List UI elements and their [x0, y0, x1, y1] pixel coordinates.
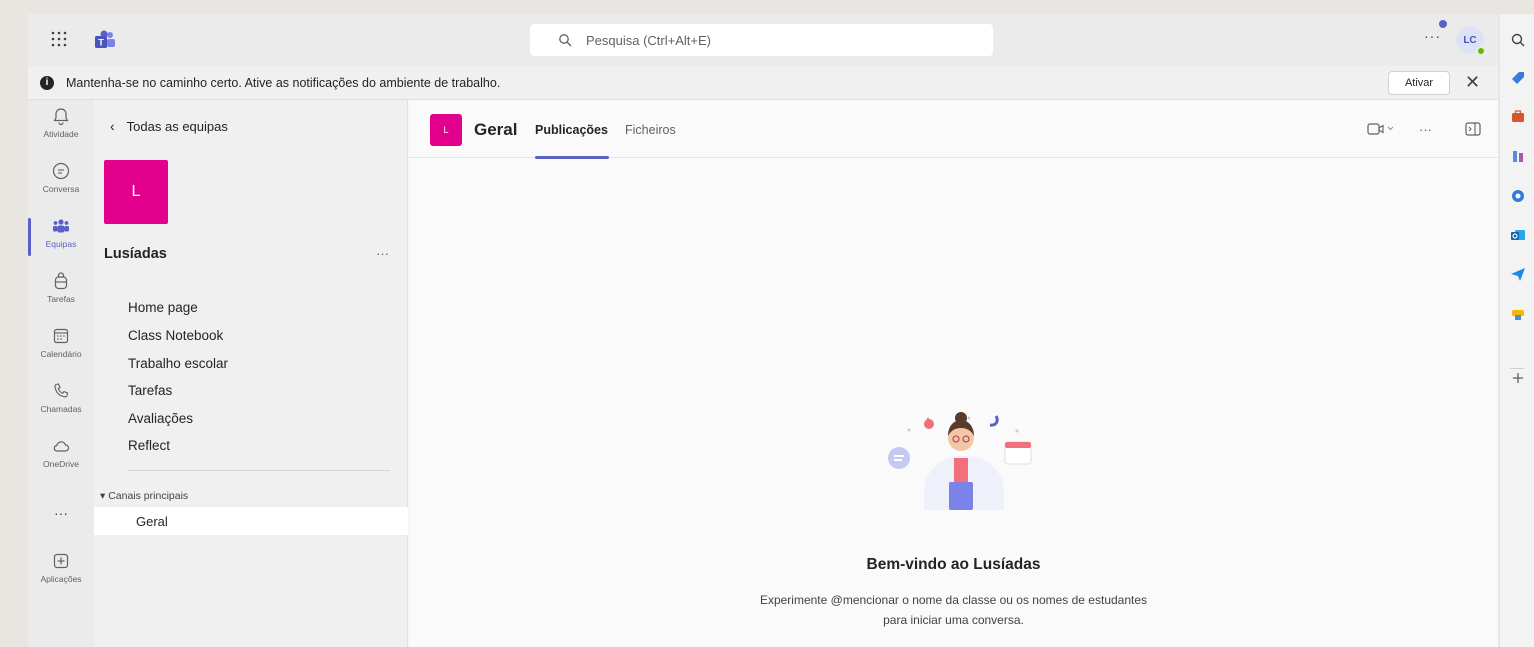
rail-item-teams[interactable]: Equipas — [28, 210, 94, 262]
bell-icon — [53, 108, 69, 126]
chevron-left-icon: ‹ — [110, 118, 115, 134]
team-more-options-button[interactable]: ··· — [376, 246, 389, 261]
search-icon[interactable] — [1510, 32, 1526, 48]
app-launcher-icon[interactable] — [50, 30, 68, 48]
search-input[interactable]: Pesquisa (Ctrl+Alt+E) — [530, 24, 993, 56]
chess-icon[interactable] — [1510, 148, 1526, 164]
phone-icon — [54, 383, 69, 398]
top-bar: T Pesquisa (Ctrl+Alt+E) ··· LC — [28, 14, 1498, 66]
channel-header: L Geral Publicações Ficheiros ··· — [409, 100, 1498, 159]
rail-item-apps[interactable]: Aplicações — [28, 545, 94, 597]
tab-posts[interactable]: Publicações — [535, 123, 608, 137]
welcome-illustration — [888, 412, 1032, 510]
tab-files[interactable]: Ficheiros — [625, 123, 676, 137]
settings-more-button[interactable]: ··· — [1424, 28, 1441, 44]
welcome-line-2: para iniciar uma conversa. — [883, 613, 1024, 627]
rail-label: Calendário — [40, 349, 82, 359]
rail-item-onedrive[interactable]: OneDrive — [28, 430, 94, 482]
team-nav-class-notebook[interactable]: Class Notebook — [128, 328, 223, 343]
game-icon[interactable] — [1510, 306, 1526, 322]
team-nav-home-page[interactable]: Home page — [128, 300, 198, 315]
video-camera-icon — [1367, 123, 1394, 135]
close-icon[interactable]: ✕ — [1465, 73, 1480, 91]
backpack-icon — [54, 272, 68, 290]
back-to-all-teams-button[interactable]: ‹ Todas as equipas — [110, 118, 228, 134]
tag-icon[interactable] — [1510, 70, 1526, 86]
presence-available-icon — [1476, 46, 1486, 56]
rail-label: Chamadas — [40, 404, 82, 414]
search-icon — [559, 34, 572, 47]
teams-logo-icon: T — [94, 29, 116, 51]
header-more-button[interactable]: ··· — [1419, 122, 1432, 137]
toolbox-icon[interactable] — [1510, 108, 1526, 124]
activate-notifications-button[interactable]: Ativar — [1388, 71, 1450, 95]
rail-label: Aplicações — [40, 574, 82, 584]
notification-banner: i Mantenha-se no caminho certo. Ative as… — [28, 66, 1498, 100]
rail-item-assignments[interactable]: Tarefas — [28, 265, 94, 317]
team-nav-classwork[interactable]: Trabalho escolar — [128, 356, 228, 371]
calendar-icon — [53, 328, 69, 344]
meet-video-button[interactable] — [1367, 122, 1395, 139]
teams-window: T Pesquisa (Ctrl+Alt+E) ··· LC i Mantenh… — [28, 14, 1498, 647]
active-tab-indicator — [535, 156, 609, 159]
welcome-subtitle: Experimente @mencionar o nome da classe … — [409, 590, 1498, 630]
teams-icon — [53, 219, 69, 233]
welcome-title: Bem-vindo ao Lusíadas — [866, 556, 1041, 573]
notification-dot — [1439, 20, 1447, 28]
channel-main: L Geral Publicações Ficheiros ··· Bem-vi… — [409, 100, 1498, 647]
browser-sidebar — [1500, 14, 1534, 647]
cloud-icon — [53, 441, 70, 452]
search-placeholder: Pesquisa (Ctrl+Alt+E) — [586, 32, 711, 48]
user-avatar[interactable]: LC — [1456, 26, 1486, 56]
channel-team-avatar: L — [430, 114, 462, 146]
svg-text:T: T — [98, 38, 104, 48]
side-panel-icon — [1465, 122, 1481, 136]
back-label: Todas as equipas — [126, 118, 228, 134]
banner-text: Mantenha-se no caminho certo. Ative as n… — [66, 76, 501, 90]
welcome-line-1: Experimente @mencionar o nome da classe … — [759, 593, 1148, 607]
rail-label: Tarefas — [47, 294, 75, 304]
channels-header-label: Canais principais — [108, 490, 189, 502]
team-avatar: L — [104, 160, 168, 224]
rail-label: OneDrive — [43, 459, 79, 469]
copilot-icon[interactable] — [1510, 188, 1526, 204]
add-icon[interactable] — [1510, 370, 1526, 386]
info-icon: i — [40, 76, 54, 90]
rail-item-calls[interactable]: Chamadas — [28, 375, 94, 427]
rail-label: Conversa — [42, 184, 80, 194]
divider — [128, 470, 390, 471]
send-icon[interactable] — [1510, 266, 1526, 282]
add-apps-icon — [53, 553, 69, 569]
channel-info-pane-button[interactable] — [1465, 122, 1481, 139]
rail-label: Atividade — [43, 129, 79, 139]
rail-item-calendar[interactable]: Calendário — [28, 320, 94, 372]
rail-label: Equipas — [45, 239, 77, 249]
divider — [1510, 368, 1524, 369]
chat-icon — [52, 162, 70, 180]
team-nav-assignments[interactable]: Tarefas — [128, 383, 172, 398]
team-nav-grades[interactable]: Avaliações — [128, 411, 193, 426]
app-rail: Atividade Conversa Equipas Tarefas Calen… — [28, 100, 94, 647]
outlook-icon[interactable] — [1510, 227, 1526, 243]
channels-section-header[interactable]: ▾ Canais principais — [100, 490, 188, 502]
channel-title: Geral — [474, 120, 518, 139]
avatar-initials: LC — [1463, 34, 1477, 46]
rail-item-chat[interactable]: Conversa — [28, 155, 94, 207]
channel-label: Geral — [136, 514, 168, 529]
team-name: Lusíadas — [104, 246, 167, 262]
caret-down-icon: ▾ — [100, 490, 109, 502]
rail-item-activity[interactable]: Atividade — [28, 100, 94, 152]
team-nav-reflect[interactable]: Reflect — [128, 438, 170, 453]
team-panel: ‹ Todas as equipas L Lusíadas ··· Home p… — [94, 100, 408, 647]
channel-item-general[interactable]: Geral — [94, 507, 408, 535]
